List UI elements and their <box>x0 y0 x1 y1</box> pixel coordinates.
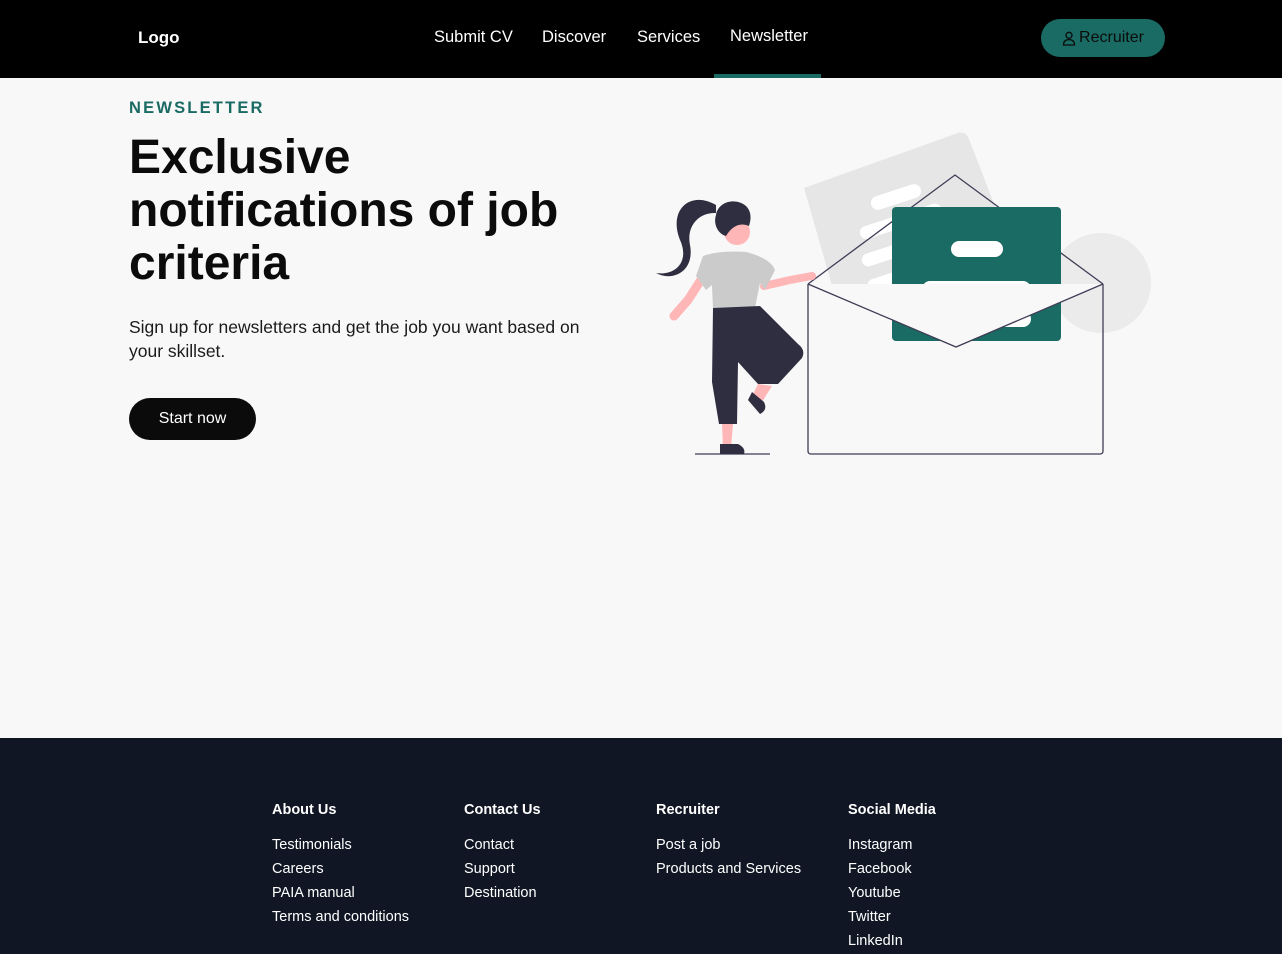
footer-link-support[interactable]: Support <box>464 857 541 881</box>
footer-link-terms[interactable]: Terms and conditions <box>272 905 409 929</box>
section-eyebrow: NEWSLETTER <box>129 99 265 117</box>
footer-col-about: About Us Testimonials Careers PAIA manua… <box>272 802 409 929</box>
footer-link-post-job[interactable]: Post a job <box>656 833 801 857</box>
nav-services[interactable]: Services <box>637 28 700 47</box>
footer-link-products-services[interactable]: Products and Services <box>656 857 801 881</box>
active-nav-indicator <box>714 74 821 78</box>
footer-link-contact[interactable]: Contact <box>464 833 541 857</box>
hero-subtitle: Sign up for newsletters and get the job … <box>129 317 580 361</box>
footer-heading: Recruiter <box>656 802 720 818</box>
footer-col-recruiter: Recruiter Post a job Products and Servic… <box>656 802 801 881</box>
footer-link-paia-manual[interactable]: PAIA manual <box>272 881 409 905</box>
top-navbar: Logo Submit CV Discover Services Newslet… <box>0 0 1282 78</box>
footer-link-testimonials[interactable]: Testimonials <box>272 833 409 857</box>
footer-link-destination[interactable]: Destination <box>464 881 541 905</box>
footer-col-contact: Contact Us Contact Support Destination <box>464 802 541 905</box>
footer-link-facebook[interactable]: Facebook <box>848 857 936 881</box>
footer: About Us Testimonials Careers PAIA manua… <box>0 738 1282 954</box>
footer-link-careers[interactable]: Careers <box>272 857 409 881</box>
footer-link-youtube[interactable]: Youtube <box>848 881 936 905</box>
recruiter-button-label: Recruiter <box>1079 29 1144 46</box>
footer-link-linkedin[interactable]: LinkedIn <box>848 929 936 953</box>
nav-submit-cv[interactable]: Submit CV <box>434 28 513 47</box>
user-icon <box>1062 31 1076 46</box>
nav-newsletter[interactable]: Newsletter <box>730 27 808 46</box>
footer-heading: About Us <box>272 802 337 818</box>
footer-heading: Contact Us <box>464 802 541 818</box>
recruiter-button[interactable]: Recruiter <box>1041 19 1165 57</box>
footer-link-twitter[interactable]: Twitter <box>848 905 936 929</box>
footer-col-social: Social Media Instagram Facebook Youtube … <box>848 802 936 953</box>
nav-discover[interactable]: Discover <box>542 28 606 47</box>
footer-heading: Social Media <box>848 802 936 818</box>
hero-title: Exclusive notifications of job criteria <box>129 131 559 290</box>
newsletter-illustration <box>656 132 1151 455</box>
logo[interactable]: Logo <box>138 28 180 48</box>
footer-link-instagram[interactable]: Instagram <box>848 833 936 857</box>
start-now-button[interactable]: Start now <box>129 398 256 440</box>
